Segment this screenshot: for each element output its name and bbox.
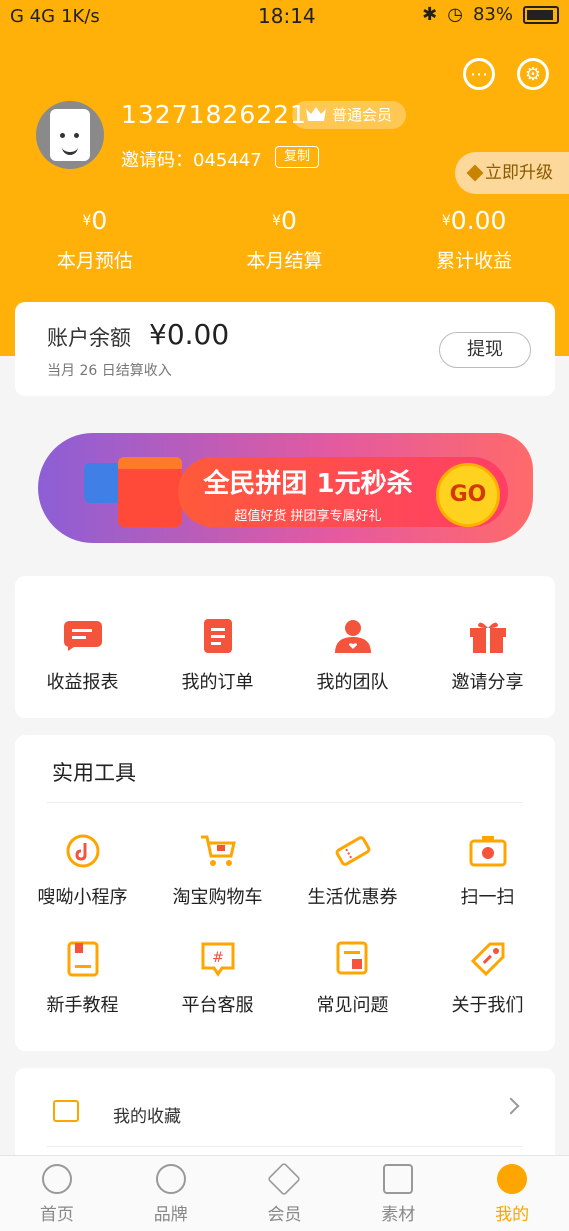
favorites-box-icon — [53, 1100, 79, 1122]
clock: 18:14 — [258, 4, 316, 28]
crown-icon — [306, 107, 326, 121]
tab-member[interactable]: 会员 — [228, 1156, 342, 1231]
diamond-icon — [466, 164, 484, 182]
tab-label: 会员 — [267, 1205, 302, 1225]
tab-material[interactable]: 素材 — [341, 1156, 455, 1231]
chevron-right-icon — [502, 1097, 520, 1115]
copy-invite-button[interactable]: 复制 — [275, 146, 320, 168]
tool-label: 淘宝购物车 — [172, 887, 263, 908]
stat-monthly-settled[interactable]: ¥0 本月结算 — [190, 206, 380, 273]
tools-card: 实用工具 嗖呦小程序 淘宝购物车 生活优惠券 扫一扫 新手教程 # 平台客服 常… — [15, 735, 555, 1051]
quick-action-label: 我的团队 — [316, 672, 389, 693]
tab-label: 素材 — [381, 1205, 416, 1225]
quick-action-my-orders[interactable]: 我的订单 — [150, 618, 285, 694]
coupon-icon — [333, 833, 373, 869]
network-speed: 1K/s — [61, 5, 100, 27]
member-level-label: 普通会员 — [332, 106, 393, 124]
quick-action-my-team[interactable]: 我的团队 — [285, 618, 420, 694]
favorites-label: 我的收藏 — [113, 1107, 181, 1127]
tab-brand[interactable]: 品牌 — [114, 1156, 228, 1231]
balance-label: 账户余额 — [47, 326, 131, 350]
tab-label: 首页 — [39, 1205, 74, 1225]
upgrade-label: 立即升级 — [485, 163, 553, 183]
bottom-tab-bar: 首页 品牌 会员 素材 我的 — [0, 1155, 569, 1231]
tool-life-coupons[interactable]: 生活优惠券 — [285, 833, 420, 909]
earnings-stats: ¥0 本月预估 ¥0 本月结算 ¥0.00 累计收益 — [0, 206, 569, 273]
tab-profile[interactable]: 我的 — [455, 1156, 569, 1231]
diamond-icon — [267, 1162, 302, 1196]
tab-label: 品牌 — [153, 1205, 188, 1225]
banner-title: 全民拼团 1元秒杀 — [203, 469, 413, 499]
divider — [47, 802, 523, 803]
faq-icon — [333, 941, 373, 977]
tab-label: 我的 — [495, 1205, 530, 1225]
tag-icon — [468, 941, 508, 977]
stat-total-earnings[interactable]: ¥0.00 累计收益 — [379, 206, 569, 273]
quick-action-label: 邀请分享 — [451, 672, 524, 693]
tab-home[interactable]: 首页 — [0, 1156, 114, 1231]
alarm-icon: ◷ — [447, 4, 463, 25]
tool-label: 生活优惠券 — [307, 887, 398, 908]
tools-title: 实用工具 — [52, 761, 136, 785]
order-icon — [198, 618, 238, 654]
quick-action-label: 我的订单 — [181, 672, 254, 693]
avatar[interactable] — [36, 101, 104, 169]
tool-label: 扫一扫 — [460, 887, 515, 908]
tool-faq[interactable]: 常见问题 — [285, 941, 420, 1017]
gift-icon — [468, 618, 508, 654]
tool-label: 关于我们 — [451, 995, 524, 1016]
material-icon — [383, 1164, 414, 1194]
invite-label: 邀请码： — [121, 150, 193, 171]
user-phone: 13271826221 — [121, 100, 307, 129]
my-favorites-row[interactable]: 我的收藏 — [15, 1068, 555, 1148]
withdraw-button[interactable]: 提现 — [439, 332, 531, 368]
balance-settlement-note: 当月 26 日结算收入 — [47, 363, 172, 379]
signal-indicator: G 4G — [10, 5, 56, 27]
banner-go-button[interactable]: GO — [436, 463, 500, 527]
tool-label: 常见问题 — [316, 995, 389, 1016]
profile-icon — [497, 1164, 528, 1194]
tool-customer-service[interactable]: # 平台客服 — [150, 941, 285, 1017]
tool-mini-program[interactable]: 嗖呦小程序 — [15, 833, 150, 909]
quick-action-invite-share[interactable]: 邀请分享 — [420, 618, 555, 694]
member-level-badge[interactable]: 普通会员 — [292, 101, 407, 129]
tool-beginner-tutorial[interactable]: 新手教程 — [15, 941, 150, 1017]
svg-text:#: # — [212, 950, 224, 966]
tutorial-icon — [63, 941, 103, 977]
home-icon — [41, 1164, 72, 1194]
upgrade-button[interactable]: 立即升级 — [455, 152, 569, 194]
gift-box-icon — [118, 457, 182, 527]
divider — [47, 1146, 523, 1147]
banner-subtitle: 超值好货 拼团享专属好礼 — [234, 509, 382, 524]
bluetooth-icon: ✱ — [422, 4, 438, 25]
service-icon: # — [198, 941, 238, 977]
balance-value: ¥0.00 — [149, 318, 230, 351]
promo-banner[interactable]: 全民拼团 1元秒杀 超值好货 拼团享专属好礼 GO — [38, 415, 533, 545]
tool-scan[interactable]: 扫一扫 — [420, 833, 555, 909]
tool-label: 嗖呦小程序 — [37, 887, 128, 908]
brand-icon — [155, 1164, 186, 1194]
cart-icon — [198, 833, 238, 869]
tool-taobao-cart[interactable]: 淘宝购物车 — [150, 833, 285, 909]
battery-percent: 83% — [472, 4, 513, 25]
tool-about-us[interactable]: 关于我们 — [420, 941, 555, 1017]
status-bar: G 4G 1K/s 18:14 ✱ ◷ 83% — [0, 0, 569, 32]
invite-code: 邀请码：045447 — [121, 146, 262, 172]
stat-monthly-estimate[interactable]: ¥0 本月预估 — [0, 206, 190, 273]
quick-actions-card: 收益报表 我的订单 我的团队 邀请分享 — [15, 576, 555, 718]
team-icon — [333, 618, 373, 654]
quick-action-earnings-report[interactable]: 收益报表 — [15, 618, 150, 694]
settings-gear-icon[interactable]: ⚙ — [517, 58, 549, 90]
mini-program-icon — [63, 833, 103, 869]
tool-label: 新手教程 — [46, 995, 119, 1016]
tool-label: 平台客服 — [181, 995, 254, 1016]
message-icon[interactable]: ⋯ — [463, 58, 495, 90]
report-icon — [63, 618, 103, 654]
favorites-card: 我的收藏 — [15, 1068, 555, 1168]
quick-action-label: 收益报表 — [46, 672, 119, 693]
battery-icon — [523, 5, 559, 24]
camera-icon — [468, 833, 508, 869]
invite-code-value: 045447 — [193, 150, 262, 171]
balance-card: 账户余额 ¥0.00 当月 26 日结算收入 提现 — [15, 302, 555, 396]
